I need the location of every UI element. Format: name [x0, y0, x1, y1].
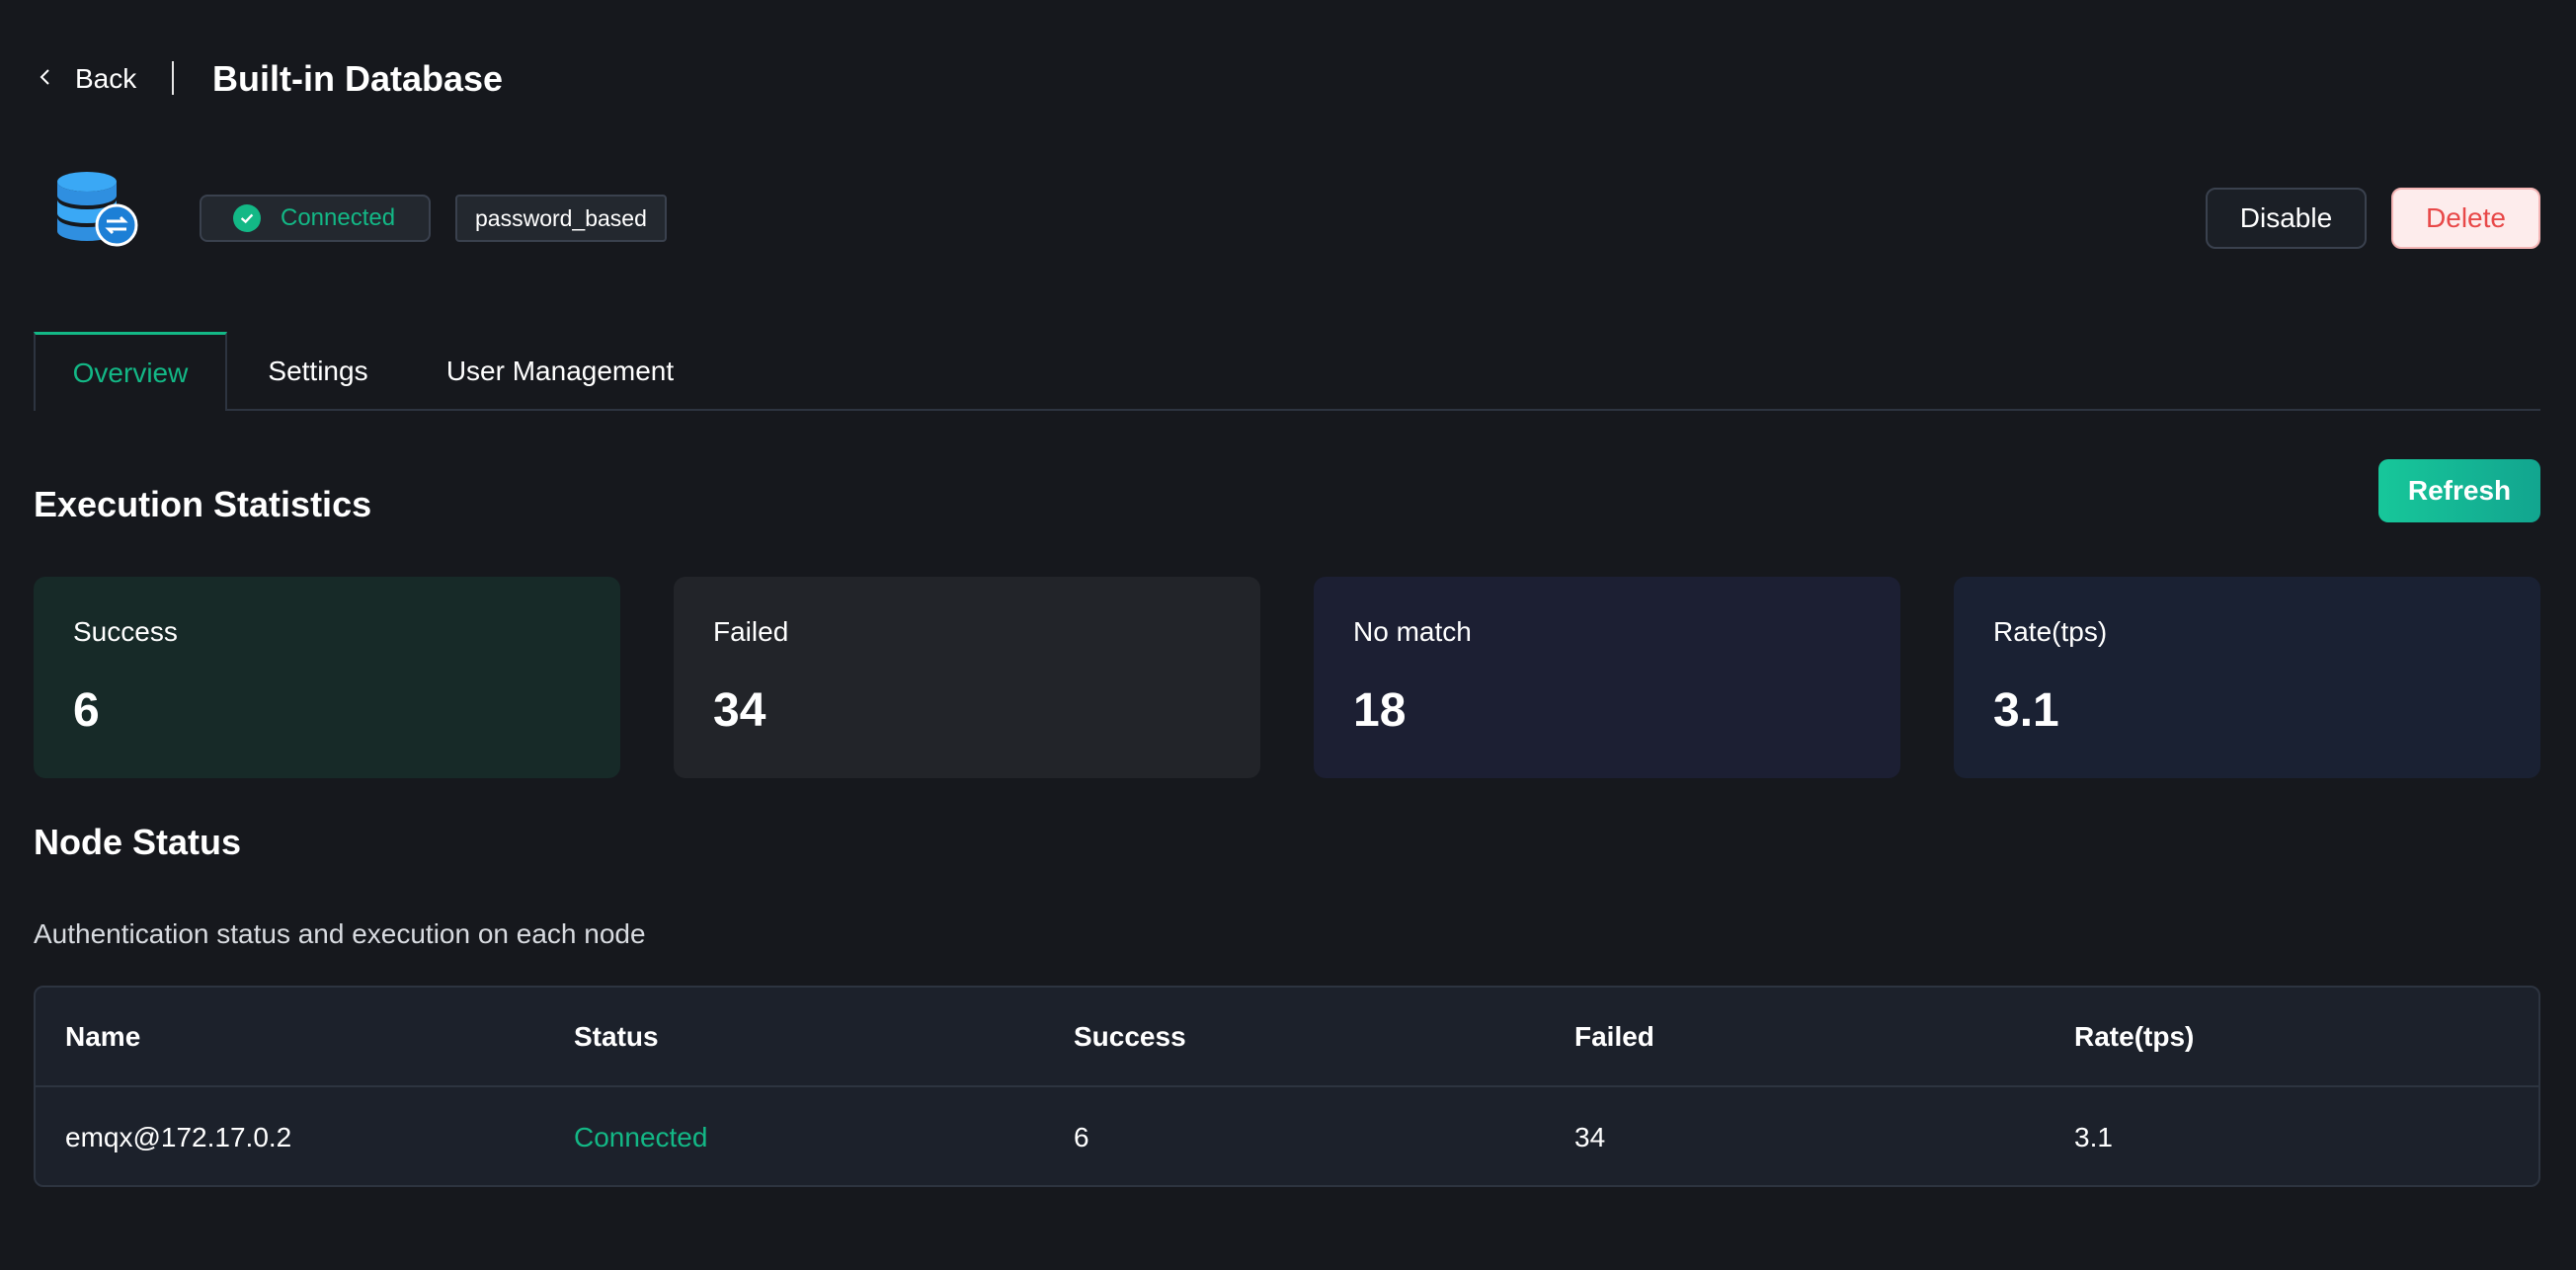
node-status-title: Node Status — [34, 822, 242, 862]
node-success-cell: 6 — [1074, 1121, 1089, 1152]
stat-label: No match — [1353, 616, 1472, 647]
column-header-status: Status — [574, 1020, 659, 1052]
execution-statistics-title: Execution Statistics — [34, 484, 372, 524]
column-header-rate: Rate(tps) — [2074, 1020, 2195, 1052]
stat-label: Rate(tps) — [1993, 616, 2108, 647]
database-icon — [51, 170, 142, 251]
node-failed-cell: 34 — [1574, 1121, 1606, 1152]
column-header-failed: Failed — [1574, 1020, 1654, 1052]
stat-card-success: Success 6 — [34, 577, 620, 778]
stat-label: Failed — [713, 616, 789, 647]
stat-card-rate: Rate(tps) 3.1 — [1954, 577, 2540, 778]
back-button[interactable]: Back — [36, 59, 136, 99]
table-row: emqx@172.17.0.2 Connected 6 34 3.1 — [36, 1087, 2538, 1185]
table-header-row: Name Status Success Failed Rate(tps) — [36, 988, 2538, 1087]
node-status-description: Authentication status and execution on e… — [34, 918, 646, 949]
node-rate-cell: 3.1 — [2074, 1121, 2113, 1152]
check-circle-icon — [233, 204, 261, 232]
stat-value: 34 — [713, 684, 766, 737]
stat-value: 6 — [73, 684, 100, 737]
tabs-divider — [34, 409, 2540, 411]
header-divider — [172, 61, 174, 95]
page-title: Built-in Database — [212, 58, 504, 99]
disable-button[interactable]: Disable — [2206, 188, 2367, 249]
node-status-table: Name Status Success Failed Rate(tps) emq… — [34, 986, 2540, 1187]
stat-card-failed: Failed 34 — [674, 577, 1260, 778]
back-label: Back — [75, 63, 137, 94]
chevron-left-icon — [36, 67, 55, 92]
connection-status-label: Connected — [281, 204, 396, 231]
node-status-cell: Connected — [574, 1121, 708, 1152]
column-header-success: Success — [1074, 1020, 1186, 1052]
stat-value: 18 — [1353, 684, 1407, 737]
connection-status-tag: Connected — [200, 195, 431, 242]
stat-label: Success — [73, 616, 178, 647]
stat-card-no-match: No match 18 — [1314, 577, 1900, 778]
delete-button[interactable]: Delete — [2391, 188, 2540, 249]
tab-user-management[interactable]: User Management — [427, 332, 693, 411]
refresh-button[interactable]: Refresh — [2378, 459, 2540, 522]
stat-value: 3.1 — [1993, 684, 2059, 737]
tab-settings[interactable]: Settings — [247, 332, 389, 411]
node-name-cell: emqx@172.17.0.2 — [65, 1121, 292, 1152]
mechanism-tag: password_based — [455, 195, 667, 242]
tab-overview[interactable]: Overview — [34, 332, 227, 411]
column-header-name: Name — [65, 1020, 141, 1052]
